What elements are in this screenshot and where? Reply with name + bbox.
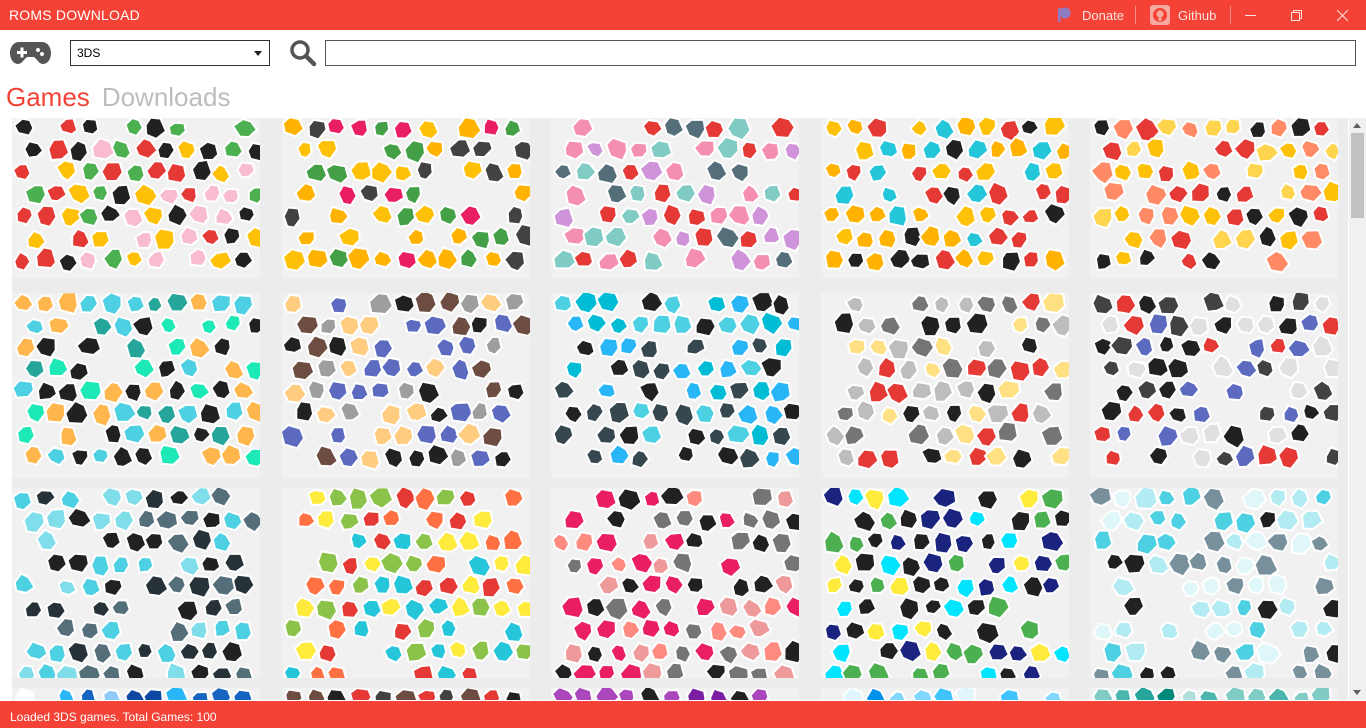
game-tile[interactable] — [12, 488, 260, 678]
game-cover-image — [551, 293, 799, 478]
game-tile[interactable] — [821, 293, 1069, 478]
game-cover-image — [1090, 118, 1338, 278]
toolbar: 3DS — [0, 30, 1366, 80]
donate-label: Donate — [1082, 7, 1124, 23]
search-input[interactable] — [325, 40, 1356, 66]
game-tile[interactable] — [551, 118, 799, 278]
game-cover-image — [282, 488, 530, 678]
game-tile[interactable] — [1090, 688, 1338, 700]
close-button[interactable] — [1319, 0, 1365, 30]
tab-bar: Games Downloads — [6, 82, 230, 114]
tab-games[interactable]: Games — [6, 82, 90, 114]
game-tile[interactable] — [282, 118, 530, 278]
game-cover-image — [1090, 293, 1338, 478]
patreon-icon — [1054, 5, 1074, 25]
game-cover-image — [551, 688, 799, 700]
github-icon — [1150, 5, 1170, 25]
minimize-icon — [1244, 14, 1256, 16]
game-tile[interactable] — [1090, 293, 1338, 478]
game-cover-image — [551, 488, 799, 678]
game-tile[interactable] — [1090, 118, 1338, 278]
github-button[interactable]: Github — [1150, 0, 1216, 30]
console-select-value: 3DS — [77, 46, 101, 60]
game-cover-image — [821, 688, 1069, 700]
restore-icon — [1290, 9, 1302, 21]
game-cover-image — [1090, 688, 1338, 700]
game-tile[interactable] — [821, 488, 1069, 678]
game-tile[interactable] — [551, 688, 799, 700]
scroll-up-icon[interactable] — [1353, 123, 1361, 128]
status-text: Loaded 3DS games. Total Games: 100 — [10, 710, 217, 724]
game-cover-image — [12, 488, 260, 678]
close-icon — [1336, 9, 1348, 21]
minimize-button[interactable] — [1227, 0, 1273, 30]
restore-button[interactable] — [1273, 0, 1319, 30]
game-tile[interactable] — [551, 488, 799, 678]
game-cover-image — [12, 688, 260, 700]
scroll-down-icon[interactable] — [1353, 690, 1361, 695]
game-tile[interactable] — [821, 688, 1069, 700]
game-cover-image — [821, 488, 1069, 678]
title-bar: ROMS DOWNLOAD Donate Github — [0, 0, 1366, 30]
game-cover-image — [282, 118, 530, 278]
game-tile[interactable] — [282, 688, 530, 700]
tab-downloads[interactable]: Downloads — [102, 82, 231, 114]
game-cover-image — [282, 688, 530, 700]
game-cover-image — [821, 293, 1069, 478]
game-grid — [12, 118, 1348, 700]
game-tile[interactable] — [551, 293, 799, 478]
game-cover-image — [821, 118, 1069, 278]
status-bar: Loaded 3DS games. Total Games: 100 — [0, 701, 1366, 728]
game-tile[interactable] — [12, 293, 260, 478]
game-tile[interactable] — [12, 688, 260, 700]
titlebar-divider — [1135, 6, 1136, 24]
game-cover-image — [1090, 488, 1338, 678]
console-select[interactable]: 3DS — [70, 40, 270, 66]
app-title: ROMS DOWNLOAD — [9, 7, 140, 23]
search-icon[interactable] — [289, 39, 317, 67]
grid-scrollbar[interactable] — [1349, 118, 1366, 700]
chevron-down-icon — [254, 51, 262, 56]
game-cover-image — [12, 118, 260, 278]
donate-button[interactable]: Donate — [1054, 0, 1124, 30]
game-tile[interactable] — [821, 118, 1069, 278]
game-tile[interactable] — [282, 488, 530, 678]
game-cover-image — [551, 118, 799, 278]
game-cover-image — [12, 293, 260, 478]
game-cover-image — [282, 293, 530, 478]
game-tile[interactable] — [12, 118, 260, 278]
gamepad-icon — [10, 42, 51, 64]
game-tile[interactable] — [1090, 488, 1338, 678]
github-label: Github — [1178, 7, 1217, 23]
game-tile[interactable] — [282, 293, 530, 478]
scrollbar-thumb[interactable] — [1351, 133, 1364, 218]
